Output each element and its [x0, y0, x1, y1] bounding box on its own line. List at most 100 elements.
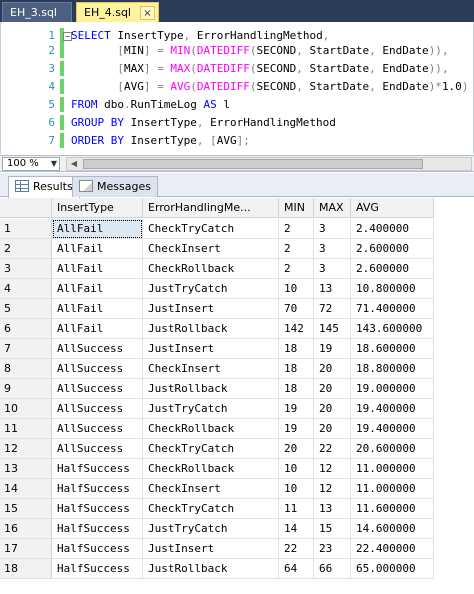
- table-cell[interactable]: 2: [279, 239, 314, 259]
- table-cell[interactable]: 15: [314, 519, 351, 539]
- table-cell[interactable]: CheckTryCatch: [143, 499, 279, 519]
- table-cell[interactable]: 10.800000: [351, 279, 434, 299]
- table-cell[interactable]: JustInsert: [143, 339, 279, 359]
- table-row[interactable]: 12 AllSuccess CheckTryCatch 20 22 20.600000: [0, 439, 434, 459]
- table-row[interactable]: 7 AllSuccess JustInsert 18 19 18.600000: [0, 339, 434, 359]
- tab-eh4-sql[interactable]: EH_4.sql ×: [76, 2, 159, 22]
- sql-editor[interactable]: 1− SELECT InsertType, ErrorHandlingMethod…: [0, 22, 474, 154]
- table-cell[interactable]: HalfSuccess: [52, 519, 143, 539]
- table-cell[interactable]: 2.600000: [351, 259, 434, 279]
- table-cell[interactable]: 14: [279, 519, 314, 539]
- table-row[interactable]: 17 HalfSuccess JustInsert 22 23 22.400000: [0, 539, 434, 559]
- table-cell[interactable]: CheckRollback: [143, 459, 279, 479]
- table-cell[interactable]: 13: [314, 499, 351, 519]
- table-cell[interactable]: HalfSuccess: [52, 479, 143, 499]
- row-number[interactable]: 11: [0, 419, 52, 439]
- column-header[interactable]: MIN: [279, 198, 314, 218]
- table-row[interactable]: 6 AllFail JustRollback 142 145 143.600000: [0, 319, 434, 339]
- column-header[interactable]: ErrorHandlingMe...: [143, 198, 279, 218]
- table-cell[interactable]: 3: [314, 219, 351, 239]
- table-cell[interactable]: AllFail: [52, 239, 143, 259]
- table-cell[interactable]: 14.600000: [351, 519, 434, 539]
- column-header[interactable]: AVG: [351, 198, 434, 218]
- table-cell[interactable]: AllSuccess: [52, 339, 143, 359]
- row-number[interactable]: 14: [0, 479, 52, 499]
- table-cell[interactable]: 19.400000: [351, 419, 434, 439]
- row-number[interactable]: 10: [0, 399, 52, 419]
- table-row[interactable]: 11 AllSuccess CheckRollback 19 20 19.400000: [0, 419, 434, 439]
- table-cell[interactable]: 13: [314, 279, 351, 299]
- table-cell[interactable]: 18: [279, 359, 314, 379]
- table-cell[interactable]: 12: [314, 459, 351, 479]
- table-cell[interactable]: 3: [314, 259, 351, 279]
- table-cell[interactable]: AllSuccess: [52, 399, 143, 419]
- table-cell[interactable]: HalfSuccess: [52, 499, 143, 519]
- zoom-select[interactable]: 100 % ▼: [2, 157, 60, 171]
- table-cell[interactable]: JustTryCatch: [143, 279, 279, 299]
- table-cell[interactable]: AllFail: [52, 299, 143, 319]
- table-cell[interactable]: AllSuccess: [52, 439, 143, 459]
- table-cell[interactable]: CheckInsert: [143, 359, 279, 379]
- table-cell[interactable]: 2: [279, 219, 314, 239]
- row-number[interactable]: 7: [0, 339, 52, 359]
- table-cell[interactable]: 10: [279, 279, 314, 299]
- table-cell[interactable]: 19: [279, 419, 314, 439]
- row-number[interactable]: 2: [0, 239, 52, 259]
- table-cell[interactable]: 145: [314, 319, 351, 339]
- tab-eh3-sql[interactable]: EH_3.sql: [2, 2, 72, 22]
- table-cell[interactable]: 11.600000: [351, 499, 434, 519]
- table-cell[interactable]: HalfSuccess: [52, 459, 143, 479]
- table-cell[interactable]: 18.600000: [351, 339, 434, 359]
- scrollbar-thumb[interactable]: [83, 159, 423, 169]
- row-number[interactable]: 5: [0, 299, 52, 319]
- code-line[interactable]: 7 ORDER BY InsertType, [AVG];: [1, 133, 474, 148]
- table-cell[interactable]: 19.400000: [351, 399, 434, 419]
- table-cell[interactable]: 142: [279, 319, 314, 339]
- table-cell[interactable]: 18.800000: [351, 359, 434, 379]
- table-row[interactable]: 2 AllFail CheckInsert 2 3 2.600000: [0, 239, 434, 259]
- row-number[interactable]: 3: [0, 259, 52, 279]
- table-cell[interactable]: JustTryCatch: [143, 519, 279, 539]
- table-cell[interactable]: 18: [279, 379, 314, 399]
- table-row[interactable]: 3 AllFail CheckRollback 2 3 2.600000: [0, 259, 434, 279]
- row-number[interactable]: 6: [0, 319, 52, 339]
- close-tab-icon[interactable]: ×: [140, 6, 155, 20]
- table-cell[interactable]: 22: [314, 439, 351, 459]
- table-cell[interactable]: JustRollback: [143, 559, 279, 579]
- table-cell[interactable]: 22.400000: [351, 539, 434, 559]
- table-cell[interactable]: CheckTryCatch: [143, 219, 279, 239]
- table-cell[interactable]: 20: [314, 359, 351, 379]
- table-row[interactable]: 9 AllSuccess JustRollback 18 20 19.000000: [0, 379, 434, 399]
- tab-messages[interactable]: Messages: [72, 176, 158, 197]
- table-cell[interactable]: 2: [279, 259, 314, 279]
- code-line[interactable]: 1− SELECT InsertType, ErrorHandlingMethod…: [1, 28, 474, 43]
- table-cell[interactable]: AllFail: [52, 219, 143, 239]
- table-cell[interactable]: 20: [279, 439, 314, 459]
- horizontal-scrollbar[interactable]: ◀: [66, 157, 472, 171]
- table-cell[interactable]: AllSuccess: [52, 379, 143, 399]
- table-cell[interactable]: 22: [279, 539, 314, 559]
- table-cell[interactable]: 11: [279, 499, 314, 519]
- table-row[interactable]: 10 AllSuccess JustTryCatch 19 20 19.400000: [0, 399, 434, 419]
- table-cell[interactable]: CheckTryCatch: [143, 439, 279, 459]
- table-cell[interactable]: CheckInsert: [143, 479, 279, 499]
- table-cell[interactable]: CheckInsert: [143, 239, 279, 259]
- table-row[interactable]: 16 HalfSuccess JustTryCatch 14 15 14.600000: [0, 519, 434, 539]
- table-cell[interactable]: JustTryCatch: [143, 399, 279, 419]
- table-cell[interactable]: 20: [314, 399, 351, 419]
- table-cell[interactable]: JustInsert: [143, 539, 279, 559]
- table-cell[interactable]: 11.000000: [351, 459, 434, 479]
- row-number[interactable]: 8: [0, 359, 52, 379]
- row-number[interactable]: 9: [0, 379, 52, 399]
- row-number[interactable]: 12: [0, 439, 52, 459]
- table-cell[interactable]: AllSuccess: [52, 419, 143, 439]
- table-cell[interactable]: HalfSuccess: [52, 539, 143, 559]
- code-line[interactable]: 4 [AVG] = AVG(DATEDIFF(SECOND, StartDate…: [1, 79, 474, 94]
- table-row[interactable]: 14 HalfSuccess CheckInsert 10 12 11.000000: [0, 479, 434, 499]
- scroll-left-icon[interactable]: ◀: [67, 158, 81, 170]
- table-cell[interactable]: 2.600000: [351, 239, 434, 259]
- table-cell[interactable]: 3: [314, 239, 351, 259]
- tab-results[interactable]: Results: [8, 176, 80, 198]
- table-cell[interactable]: 20: [314, 379, 351, 399]
- table-cell[interactable]: CheckRollback: [143, 259, 279, 279]
